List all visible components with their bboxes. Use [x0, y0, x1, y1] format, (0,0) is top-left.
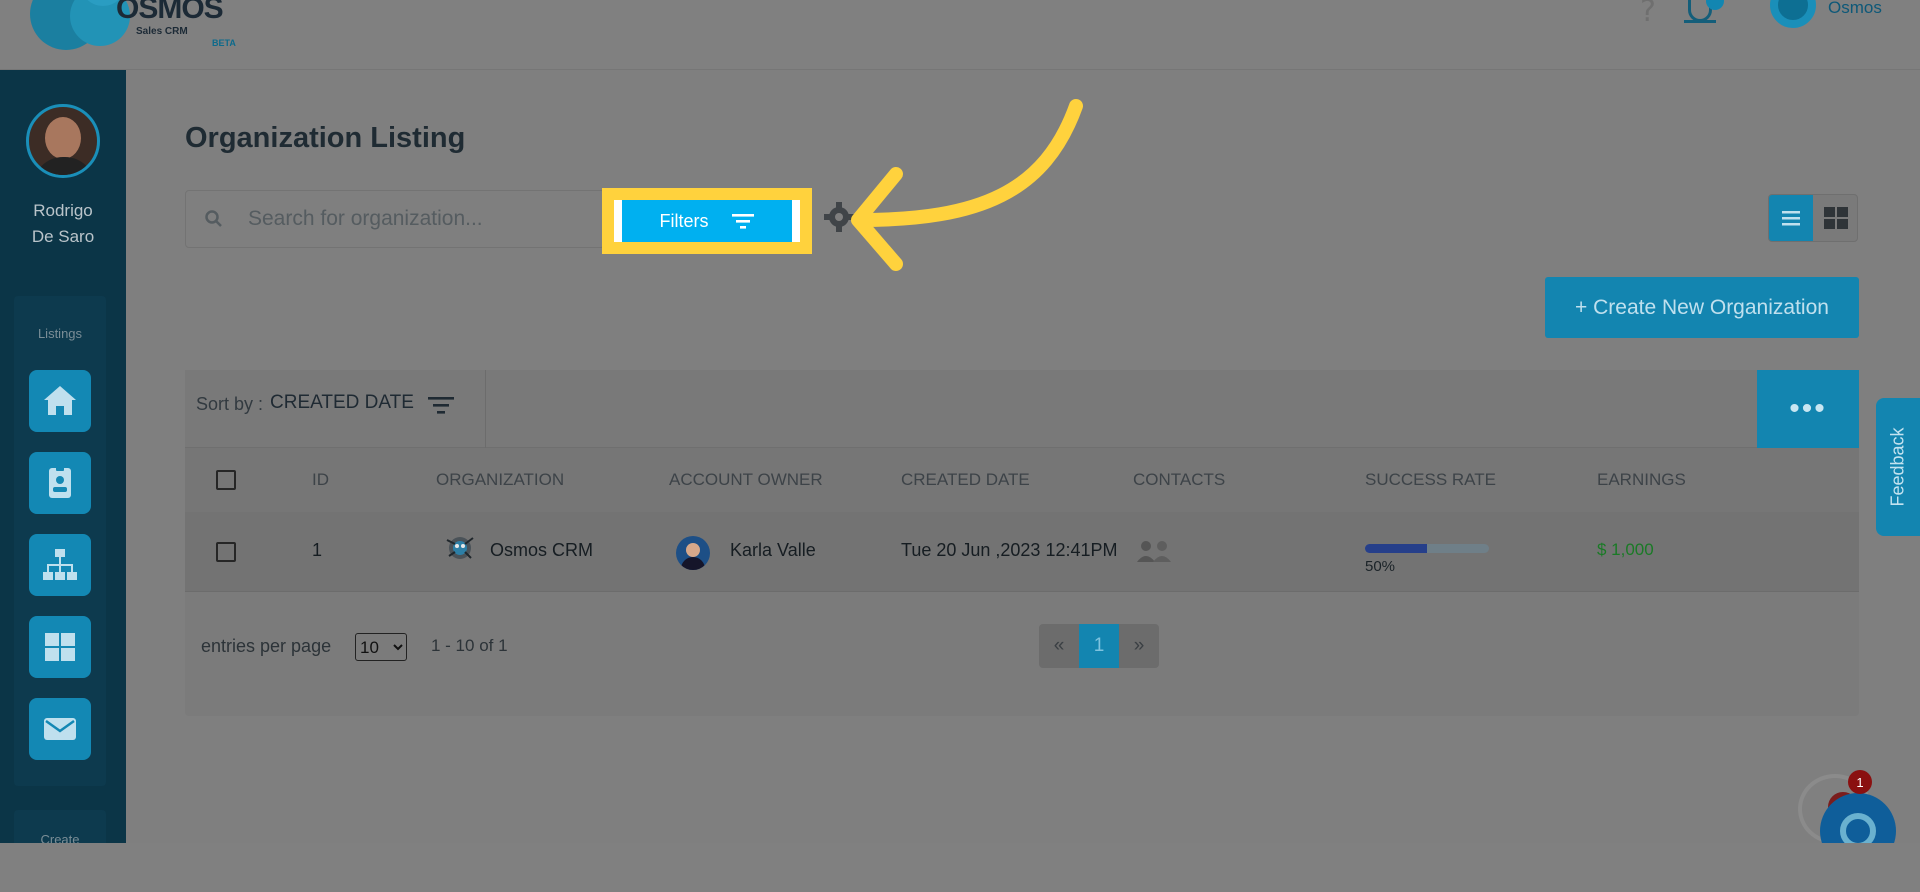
- filters-button[interactable]: Filters: [622, 200, 792, 242]
- column-header-contacts[interactable]: CONTACTS: [1133, 470, 1225, 490]
- logo-subtitle: Sales CRM: [136, 26, 188, 37]
- search-input[interactable]: [248, 191, 588, 247]
- column-header-success-rate[interactable]: SUCCESS RATE: [1365, 470, 1496, 490]
- sort-label: Sort by :: [196, 394, 264, 414]
- sort-value[interactable]: CREATED DATE: [270, 392, 414, 414]
- sort-icon[interactable]: [427, 394, 455, 416]
- row-created-date: Tue 20 Jun ,2023 12:41PM: [901, 540, 1118, 560]
- mail-icon: [44, 718, 76, 740]
- home-icon: [44, 386, 76, 415]
- column-header-id[interactable]: ID: [312, 470, 329, 490]
- create-organization-button[interactable]: + Create New Organization: [1545, 277, 1859, 338]
- row-id: 1: [312, 540, 323, 560]
- pagination-prev[interactable]: «: [1039, 624, 1079, 668]
- more-options-button[interactable]: •••: [1757, 370, 1859, 448]
- contact-card-icon: [49, 466, 71, 498]
- help-icon[interactable]: ?: [1640, 0, 1656, 29]
- view-toggle: [1768, 194, 1858, 242]
- entries-per-page-label: entries per page: [201, 636, 332, 656]
- success-rate-bar: [1365, 544, 1489, 553]
- logo-word: OSMOS: [116, 0, 224, 25]
- column-header-account-owner[interactable]: ACCOUNT OWNER: [669, 470, 823, 490]
- page-title: Organization Listing: [185, 122, 466, 154]
- pagination: « 1 »: [1039, 624, 1159, 668]
- filters-highlight: Filters: [602, 188, 812, 254]
- table-footer: entries per page 10 1 - 10 of 1 « 1 »: [185, 592, 1859, 716]
- row-account-owner[interactable]: Karla Valle: [730, 540, 816, 561]
- sidebar-item-home[interactable]: [29, 370, 91, 432]
- owner-avatar: [676, 536, 710, 570]
- column-header-organization[interactable]: ORGANIZATION: [436, 470, 564, 490]
- filters-frame: Filters: [614, 200, 800, 242]
- header-user-name[interactable]: Osmos: [1828, 0, 1882, 18]
- filter-icon: [731, 214, 754, 229]
- osmos-logo[interactable]: OSMOS Sales CRM BETA: [30, 0, 236, 58]
- grid-icon: [45, 633, 75, 661]
- sidebar: Rodrigo De Saro Listings Create: [0, 70, 126, 850]
- list-view-button[interactable]: [1769, 195, 1813, 241]
- logo-beta: BETA: [212, 38, 236, 48]
- organization-logo: [446, 537, 474, 559]
- search-box: [185, 190, 605, 248]
- sidebar-section-label: Listings: [37, 326, 83, 341]
- callout-arrow: [851, 99, 1083, 271]
- sidebar-item-dashboard[interactable]: [29, 616, 91, 678]
- user-avatar[interactable]: [26, 104, 100, 178]
- sidebar-listings-panel: Listings: [14, 296, 106, 786]
- organization-table-card: Sort by : CREATED DATE ••• ID ORGANIZATI…: [185, 370, 1859, 716]
- header-avatar[interactable]: [1770, 0, 1816, 28]
- column-header-earnings[interactable]: EARNINGS: [1597, 470, 1686, 490]
- contacts-avatars-icon[interactable]: [1135, 538, 1177, 564]
- user-last-name: De Saro: [31, 227, 95, 246]
- table-header: ID ORGANIZATION ACCOUNT OWNER CREATED DA…: [185, 448, 1859, 512]
- org-chart-icon: [43, 549, 77, 580]
- chat-badge: 1: [1848, 770, 1872, 794]
- sidebar-item-organizations[interactable]: [29, 534, 91, 596]
- entries-range: 1 - 10 of 1: [431, 636, 508, 655]
- success-rate-value: 50%: [1365, 558, 1396, 575]
- list-icon: [1782, 211, 1800, 226]
- sidebar-item-contacts[interactable]: [29, 452, 91, 514]
- top-header: OSMOS Sales CRM BETA ? Osmos: [0, 0, 1920, 70]
- feedback-label: Feedback: [1887, 427, 1908, 507]
- select-all-checkbox[interactable]: [216, 470, 236, 490]
- user-first-name: Rodrigo: [33, 201, 93, 220]
- pagination-page-1[interactable]: 1: [1079, 624, 1119, 668]
- success-rate-fill: [1365, 544, 1427, 553]
- search-icon: [205, 210, 222, 227]
- sort-bar: Sort by : CREATED DATE •••: [185, 370, 1859, 448]
- entries-per-page-select[interactable]: 10: [355, 633, 407, 661]
- grid-view-button[interactable]: [1813, 195, 1857, 241]
- sidebar-user-name: Rodrigo De Saro: [0, 198, 126, 250]
- column-header-created-date[interactable]: CREATED DATE: [901, 470, 1030, 490]
- grid-icon: [1824, 207, 1848, 229]
- row-organization[interactable]: Osmos CRM: [490, 540, 593, 561]
- pagination-next[interactable]: »: [1119, 624, 1159, 668]
- sidebar-item-mail[interactable]: [29, 698, 91, 760]
- row-checkbox[interactable]: [216, 542, 236, 562]
- table-row[interactable]: 1 Osmos CRM Karla Valle Tue 20 Jun ,2023…: [185, 512, 1859, 592]
- filters-label: Filters: [659, 210, 709, 231]
- feedback-tab[interactable]: Feedback: [1876, 398, 1920, 536]
- row-earnings: $ 1,000: [1597, 540, 1654, 559]
- page-bottom: [0, 843, 1920, 892]
- divider: [485, 370, 486, 448]
